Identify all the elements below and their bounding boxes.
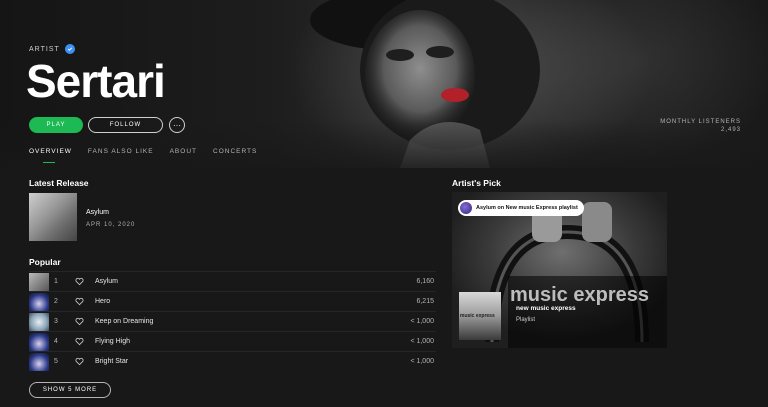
track-artwork bbox=[29, 332, 49, 351]
track-row[interactable]: 3 Keep on Dreaming < 1,000 bbox=[29, 311, 436, 331]
show-more-button[interactable]: SHOW 5 MORE bbox=[29, 382, 111, 398]
track-plays: < 1,000 bbox=[410, 338, 434, 345]
popular-tracks-list: 1 Asylum 6,160 2 Hero 6,215 3 Keep on Dr… bbox=[29, 271, 436, 371]
track-artwork bbox=[29, 272, 49, 291]
heart-icon[interactable] bbox=[75, 317, 84, 326]
artists-pick-badge: Asylum on New music Express playlist bbox=[458, 200, 584, 216]
tab-fans-also-like[interactable]: FANS ALSO LIKE bbox=[88, 148, 154, 161]
latest-release-artwork[interactable] bbox=[29, 193, 77, 241]
track-row[interactable]: 2 Hero 6,215 bbox=[29, 291, 436, 311]
monthly-listeners-count: 2,493 bbox=[720, 127, 741, 133]
track-number: 4 bbox=[54, 338, 58, 345]
artist-avatar bbox=[460, 202, 472, 214]
heart-icon[interactable] bbox=[75, 357, 84, 366]
latest-release-name[interactable]: Asylum bbox=[86, 209, 109, 216]
play-button[interactable]: PLAY bbox=[29, 117, 83, 133]
track-title: Hero bbox=[95, 298, 111, 305]
track-row[interactable]: 4 Flying High < 1,000 bbox=[29, 331, 436, 351]
track-row[interactable]: 5 Bright Star < 1,000 bbox=[29, 351, 436, 371]
tab-overview[interactable]: OVERVIEW bbox=[29, 148, 72, 163]
heart-icon[interactable] bbox=[75, 337, 84, 346]
artists-pick-title: Artist's Pick bbox=[452, 178, 501, 188]
verified-icon bbox=[64, 44, 75, 54]
playlist-type: Playlist bbox=[516, 317, 536, 323]
artists-pick-card[interactable]: music express music express new music ex… bbox=[452, 192, 667, 348]
track-plays: < 1,000 bbox=[410, 318, 434, 325]
track-artwork bbox=[29, 312, 49, 331]
track-artwork bbox=[29, 292, 49, 311]
monthly-listeners-label: MONTHLY LISTENERS bbox=[660, 119, 741, 125]
playlist-brand-text: music express bbox=[510, 284, 649, 306]
tab-about[interactable]: ABOUT bbox=[170, 148, 197, 161]
follow-button[interactable]: FOLLOW bbox=[88, 117, 163, 133]
track-title: Flying High bbox=[95, 338, 131, 345]
artist-name: Sertari bbox=[26, 55, 166, 107]
artist-type-label: ARTIST bbox=[29, 44, 75, 54]
track-plays: < 1,000 bbox=[410, 358, 434, 365]
heart-icon[interactable] bbox=[75, 297, 84, 306]
track-plays: 6,215 bbox=[416, 298, 434, 305]
track-row[interactable]: 1 Asylum 6,160 bbox=[29, 271, 436, 291]
playlist-artwork-label: music express bbox=[460, 313, 495, 319]
heart-icon[interactable] bbox=[75, 277, 84, 286]
track-title: Asylum bbox=[95, 278, 118, 285]
artist-tabs: OVERVIEW FANS ALSO LIKE ABOUT CONCERTS bbox=[29, 148, 257, 163]
artist-type-text: ARTIST bbox=[29, 45, 60, 53]
track-number: 3 bbox=[54, 318, 58, 325]
tab-concerts[interactable]: CONCERTS bbox=[213, 148, 257, 161]
track-number: 5 bbox=[54, 358, 58, 365]
latest-release-title: Latest Release bbox=[29, 178, 89, 188]
track-artwork bbox=[29, 352, 49, 371]
track-number: 2 bbox=[54, 298, 58, 305]
playlist-name: new music express bbox=[516, 305, 576, 312]
track-title: Keep on Dreaming bbox=[95, 318, 154, 325]
latest-release-date: APR 10, 2020 bbox=[86, 222, 136, 228]
artists-pick-badge-text: Asylum on New music Express playlist bbox=[476, 205, 578, 211]
track-number: 1 bbox=[54, 278, 58, 285]
more-icon: ··· bbox=[173, 120, 181, 130]
track-title: Bright Star bbox=[95, 358, 129, 365]
monthly-listeners: MONTHLY LISTENERS 2,493 bbox=[660, 118, 741, 134]
track-plays: 6,160 bbox=[416, 278, 434, 285]
popular-title: Popular bbox=[29, 257, 61, 267]
more-options-button[interactable]: ··· bbox=[169, 117, 185, 133]
